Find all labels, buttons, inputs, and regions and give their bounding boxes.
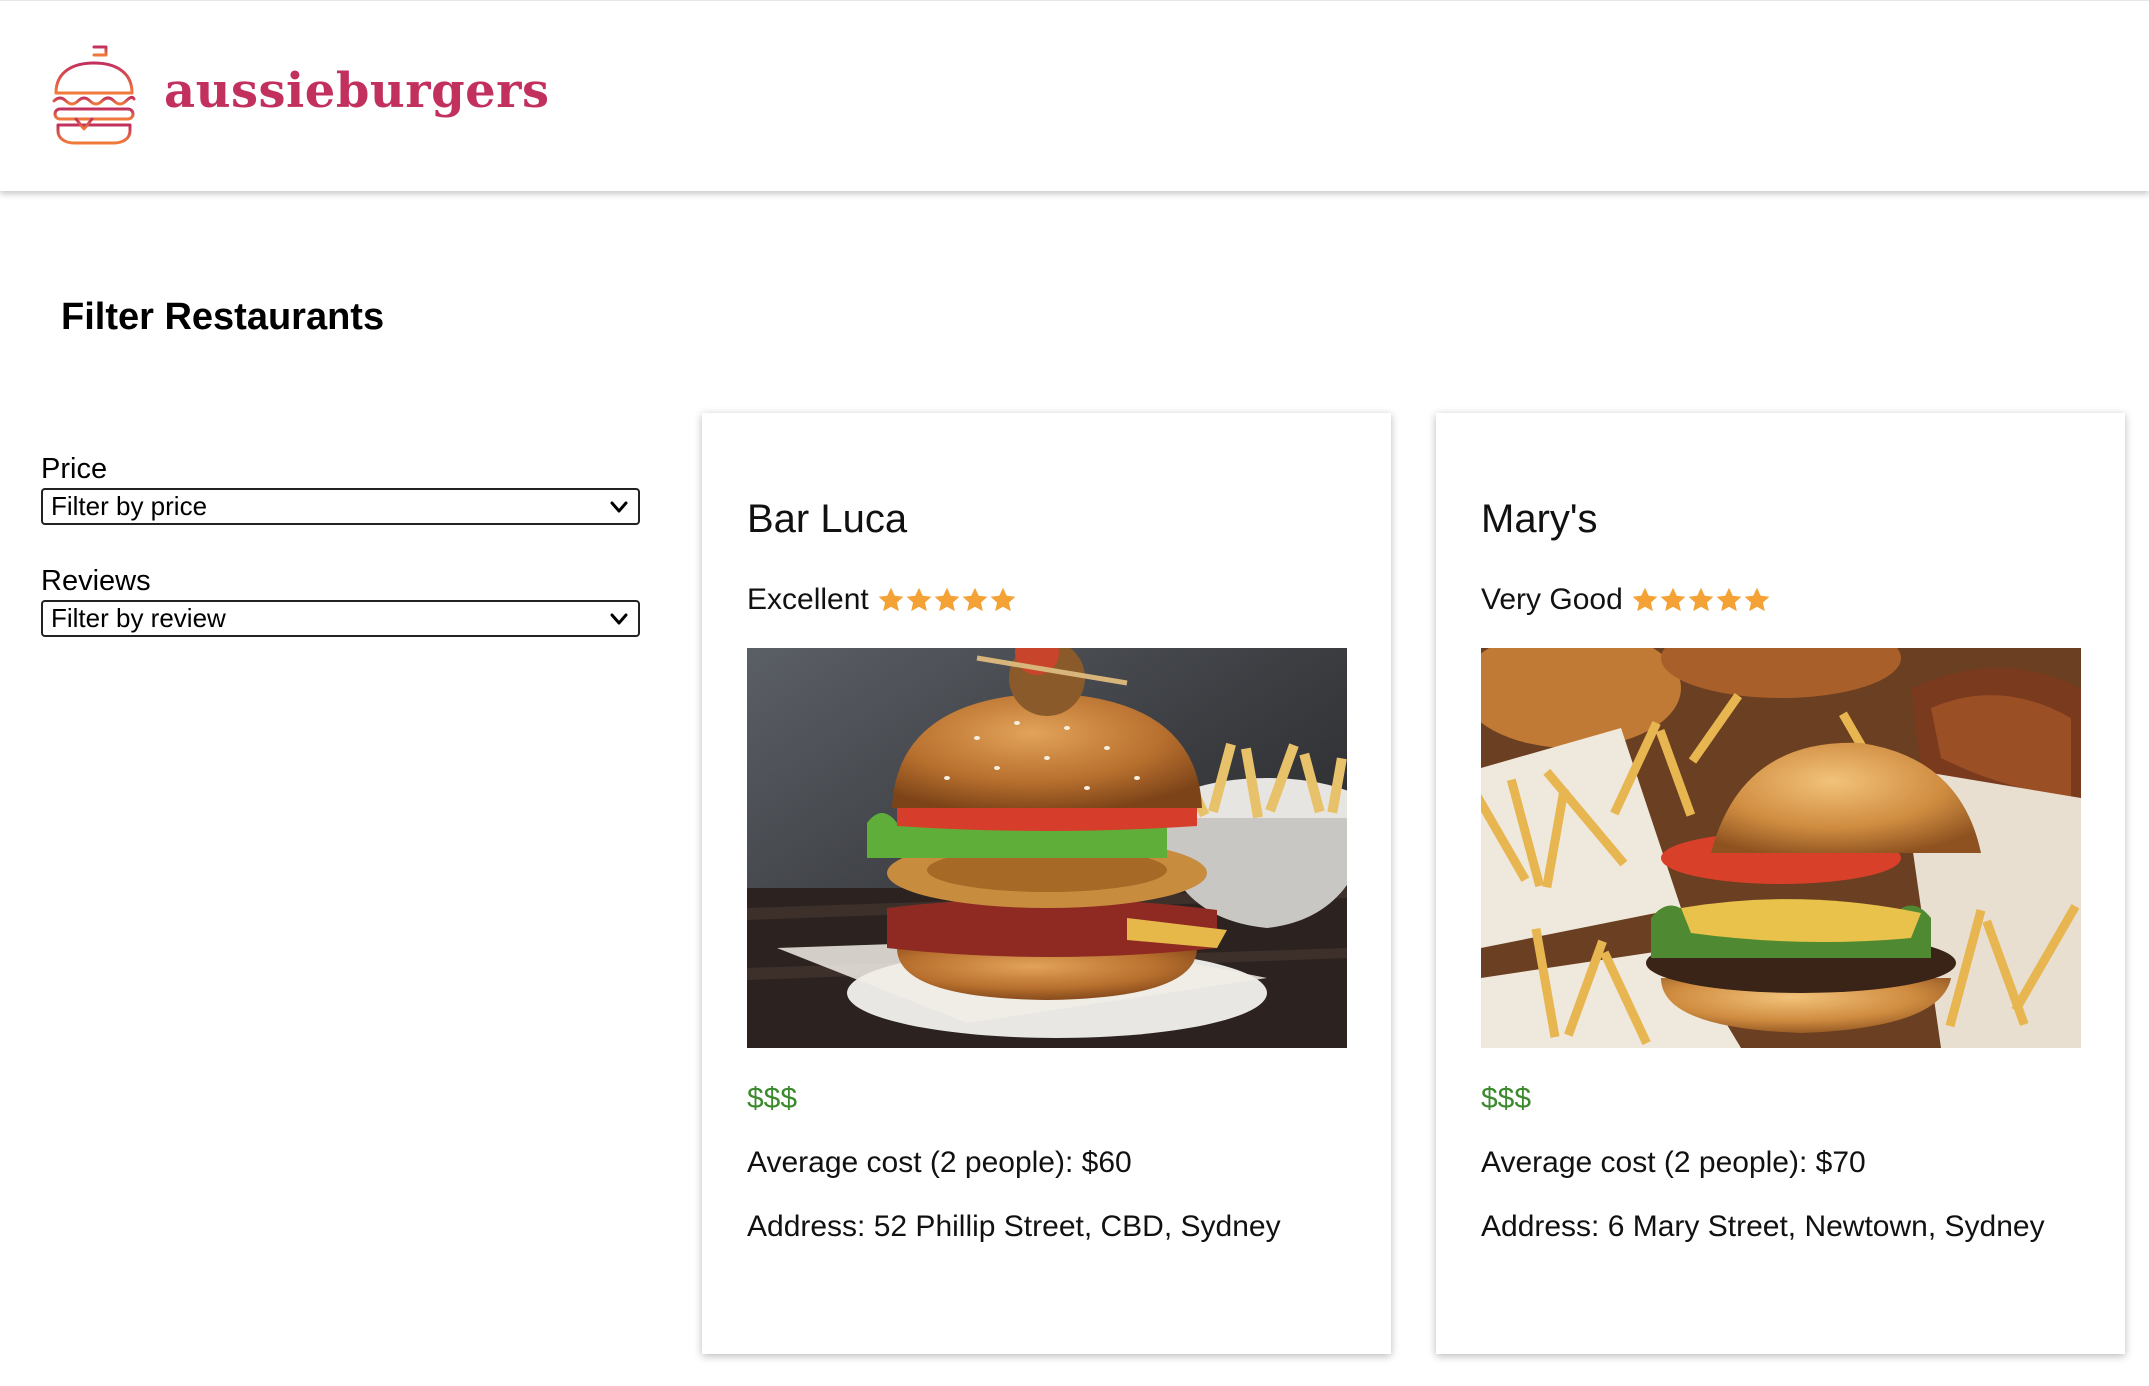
restaurant-rating: Excellent bbox=[747, 583, 1017, 617]
chevron-down-icon bbox=[610, 613, 628, 625]
brand-name[interactable]: aussieburgers bbox=[164, 63, 549, 119]
star-icon bbox=[934, 587, 960, 612]
site-header: aussieburgers bbox=[0, 0, 2149, 191]
page-title: Filter Restaurants bbox=[61, 296, 385, 338]
restaurant-card-bar-luca[interactable]: Bar Luca Excellent $$$ Average cost (2 p… bbox=[702, 413, 1391, 1354]
restaurant-card-marys[interactable]: Mary's Very Good $$$ Average cost (2 peo… bbox=[1436, 413, 2125, 1354]
star-icon bbox=[1744, 587, 1770, 612]
reviews-filter-label: Reviews bbox=[41, 565, 151, 597]
reviews-filter-select[interactable]: Filter by review bbox=[41, 600, 640, 637]
star-icon bbox=[990, 587, 1016, 612]
restaurant-name: Bar Luca bbox=[747, 497, 908, 541]
star-icon bbox=[962, 587, 988, 612]
price-level: $$$ bbox=[747, 1082, 798, 1115]
star-icon bbox=[878, 587, 904, 612]
chevron-down-icon bbox=[610, 501, 628, 513]
restaurant-address: Address: 52 Phillip Street, CBD, Sydney bbox=[747, 1210, 1281, 1243]
average-cost: Average cost (2 people): $70 bbox=[1481, 1146, 1866, 1179]
average-cost: Average cost (2 people): $60 bbox=[747, 1146, 1132, 1179]
star-icon bbox=[1716, 587, 1742, 612]
burger-photo[interactable] bbox=[747, 648, 1347, 1048]
burger-logo-icon[interactable] bbox=[50, 43, 138, 147]
star-rating bbox=[1631, 586, 1771, 614]
rating-text: Very Good bbox=[1481, 583, 1623, 616]
star-rating bbox=[877, 586, 1017, 614]
restaurant-name: Mary's bbox=[1481, 497, 1598, 541]
star-icon bbox=[1660, 587, 1686, 612]
burger-and-fries-photo[interactable] bbox=[1481, 648, 2081, 1048]
restaurant-rating: Very Good bbox=[1481, 583, 1771, 617]
rating-text: Excellent bbox=[747, 583, 869, 616]
price-filter-label: Price bbox=[41, 453, 108, 485]
burger-and-fries-illustration bbox=[1481, 648, 2081, 1048]
star-icon bbox=[1632, 587, 1658, 612]
star-icon bbox=[1688, 587, 1714, 612]
price-filter-select[interactable]: Filter by price bbox=[41, 488, 640, 525]
star-icon bbox=[906, 587, 932, 612]
price-level: $$$ bbox=[1481, 1082, 1532, 1115]
burger-photo-illustration bbox=[747, 648, 1347, 1048]
restaurant-address: Address: 6 Mary Street, Newtown, Sydney bbox=[1481, 1210, 2045, 1243]
reviews-filter-value: Filter by review bbox=[51, 603, 226, 633]
price-filter-value: Filter by price bbox=[51, 491, 208, 521]
